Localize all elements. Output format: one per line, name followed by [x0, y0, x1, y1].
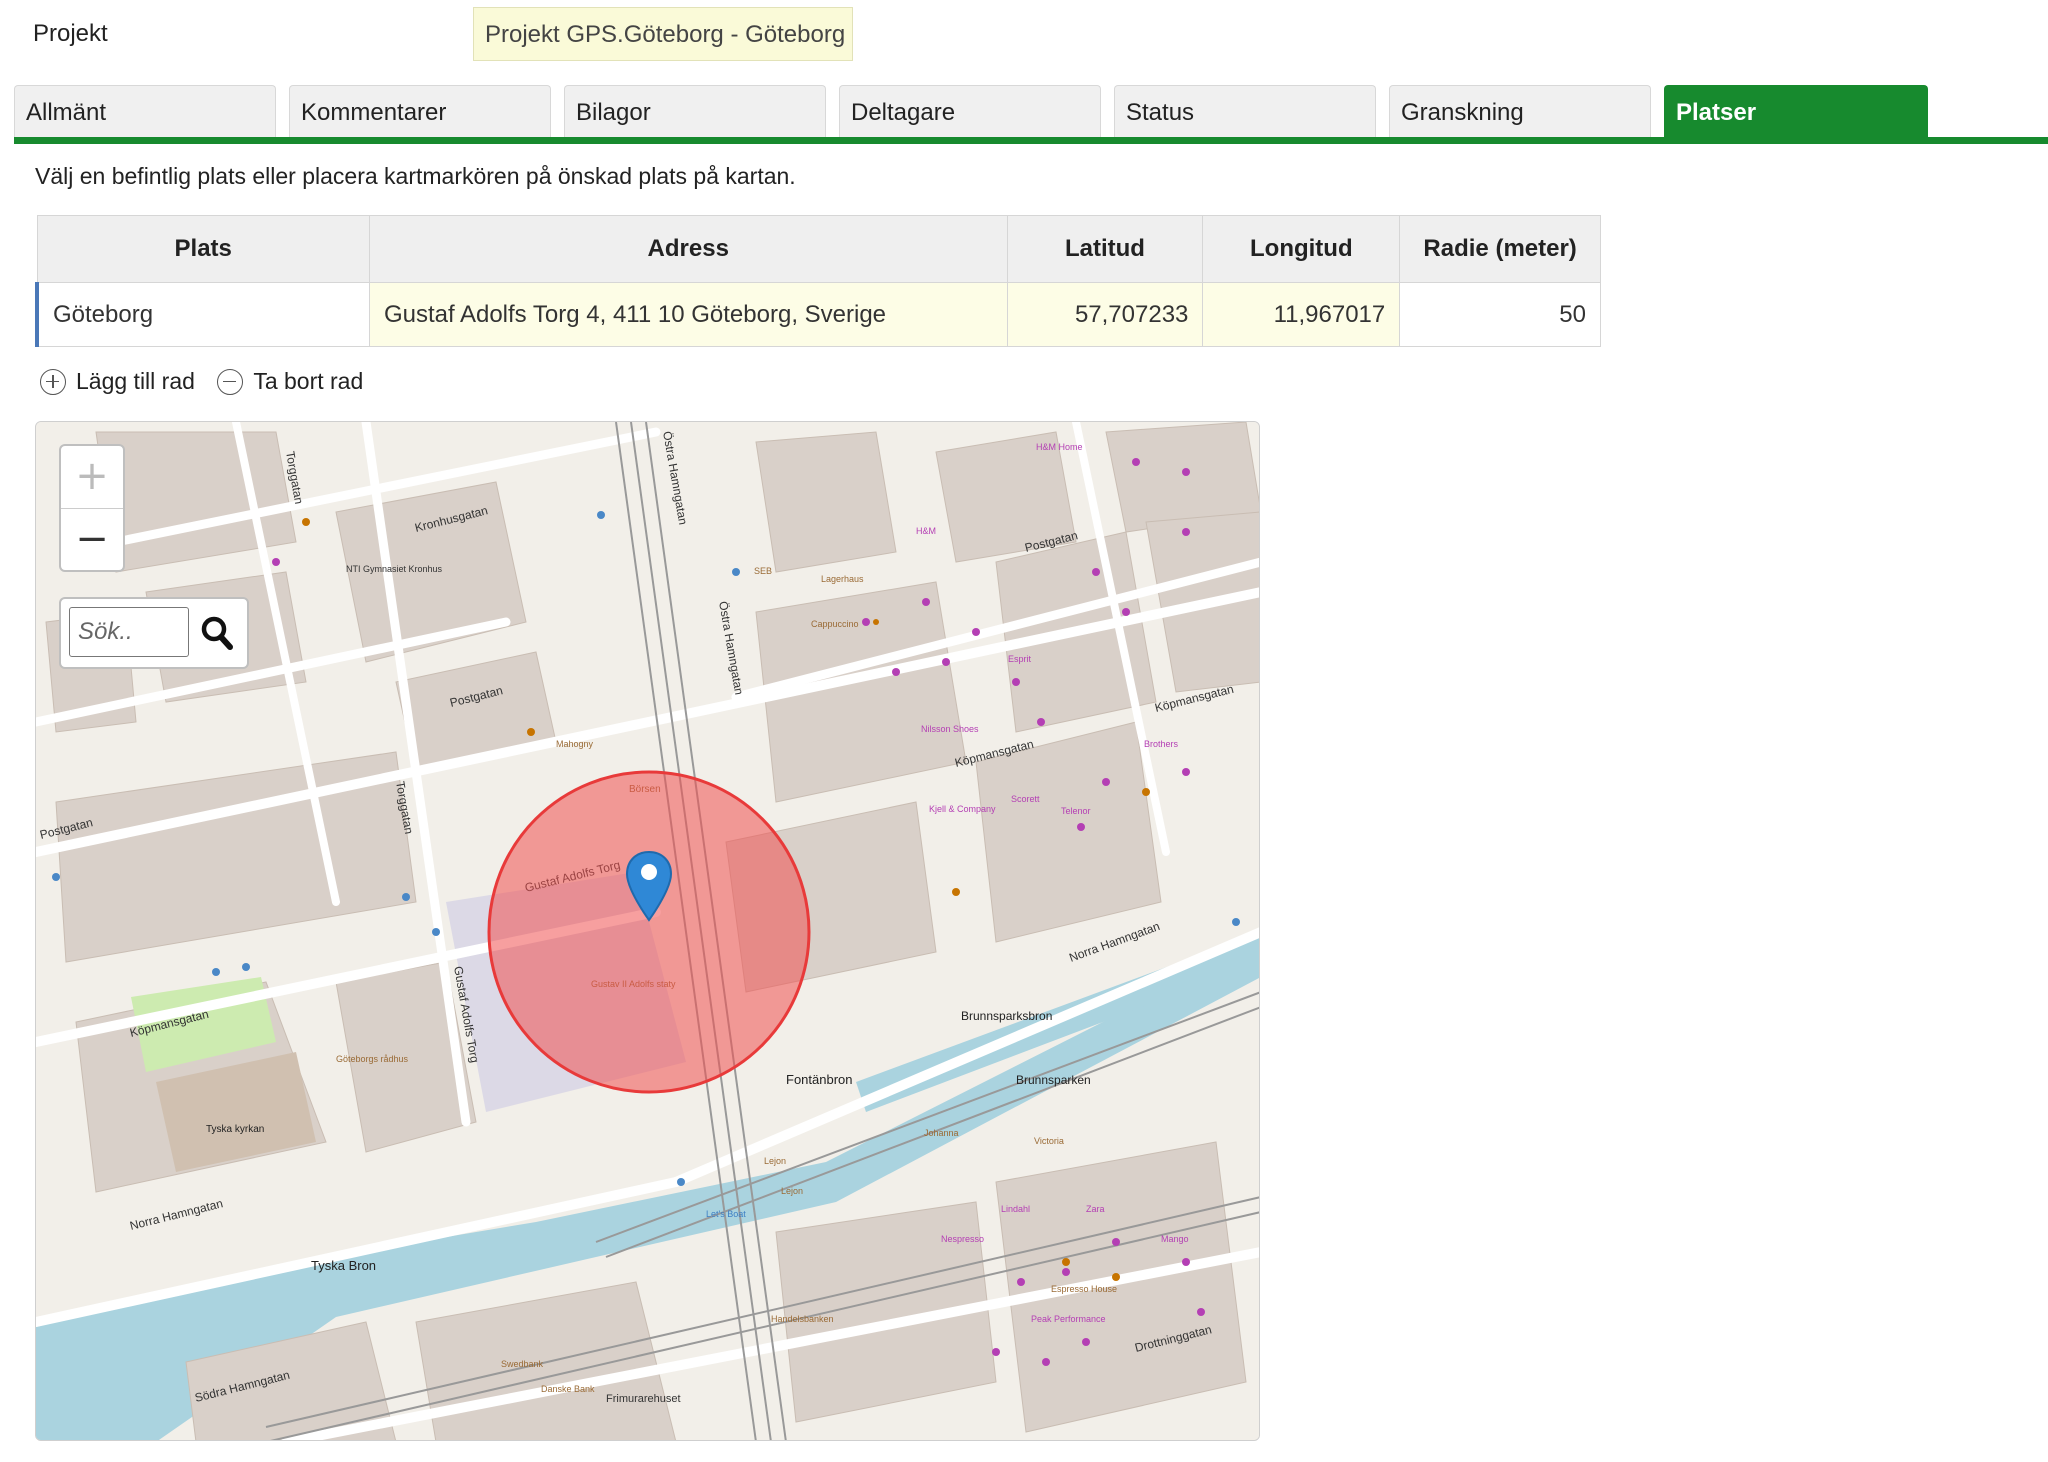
map-search-box	[59, 597, 249, 669]
places-table: Plats Adress Latitud Longitud Radie (met…	[34, 215, 1601, 347]
radius-overlay	[487, 770, 811, 1094]
search-icon	[201, 616, 233, 650]
table-row[interactable]: Göteborg Gustaf Adolfs Torg 4, 411 10 Gö…	[34, 282, 1601, 347]
tab-deltagare[interactable]: Deltagare	[839, 85, 1101, 137]
remove-row-button[interactable]: Ta bort rad	[217, 368, 363, 395]
zoom-in-button[interactable]: +	[61, 446, 123, 508]
tab-underline	[14, 137, 2048, 144]
project-row: Projekt Projekt GPS.Göteborg - Göteborg	[0, 0, 2048, 80]
map-search-input[interactable]	[69, 607, 189, 657]
cell-latitud[interactable]: 57,707233	[1006, 282, 1204, 347]
tab-status[interactable]: Status	[1114, 85, 1376, 137]
map-marker-icon[interactable]	[624, 850, 674, 922]
search-button[interactable]	[195, 609, 241, 657]
zoom-out-button[interactable]: −	[61, 508, 123, 570]
tab-allmant[interactable]: Allmänt	[14, 85, 276, 137]
header-radie[interactable]: Radie (meter)	[1399, 215, 1601, 283]
cell-radie[interactable]: 50	[1399, 282, 1601, 347]
header-latitud[interactable]: Latitud	[1006, 215, 1204, 283]
project-value-field: Projekt GPS.Göteborg - Göteborg	[473, 7, 853, 61]
plus-circle-icon	[40, 368, 66, 395]
map-view[interactable]: Kronhusgatan Postgatan Postgatan Postgat…	[35, 421, 1260, 1441]
zoom-control: + −	[59, 444, 125, 572]
project-label: Projekt	[33, 20, 108, 47]
tab-platser[interactable]: Platser	[1664, 85, 1928, 137]
row-actions: Lägg till rad Ta bort rad	[40, 368, 379, 400]
table-header-row: Plats Adress Latitud Longitud Radie (met…	[36, 215, 1601, 283]
header-plats[interactable]: Plats	[36, 215, 370, 283]
tab-bar: Allmänt Kommentarer Bilagor Deltagare St…	[0, 85, 2048, 145]
header-adress[interactable]: Adress	[368, 215, 1008, 283]
cell-longitud[interactable]: 11,967017	[1202, 282, 1401, 347]
cell-plats[interactable]: Göteborg	[34, 282, 370, 347]
radius-circle	[487, 770, 811, 1094]
add-row-label: Lägg till rad	[76, 368, 195, 394]
remove-row-label: Ta bort rad	[253, 368, 364, 394]
tab-granskning[interactable]: Granskning	[1389, 85, 1651, 137]
instruction-text: Välj en befintlig plats eller placera ka…	[35, 163, 796, 189]
tab-kommentarer[interactable]: Kommentarer	[289, 85, 551, 137]
minus-circle-icon	[217, 368, 244, 395]
header-longitud[interactable]: Longitud	[1202, 215, 1401, 283]
tab-bilagor[interactable]: Bilagor	[564, 85, 826, 137]
cell-adress[interactable]: Gustaf Adolfs Torg 4, 411 10 Göteborg, S…	[368, 282, 1008, 347]
add-row-button[interactable]: Lägg till rad	[40, 368, 195, 395]
